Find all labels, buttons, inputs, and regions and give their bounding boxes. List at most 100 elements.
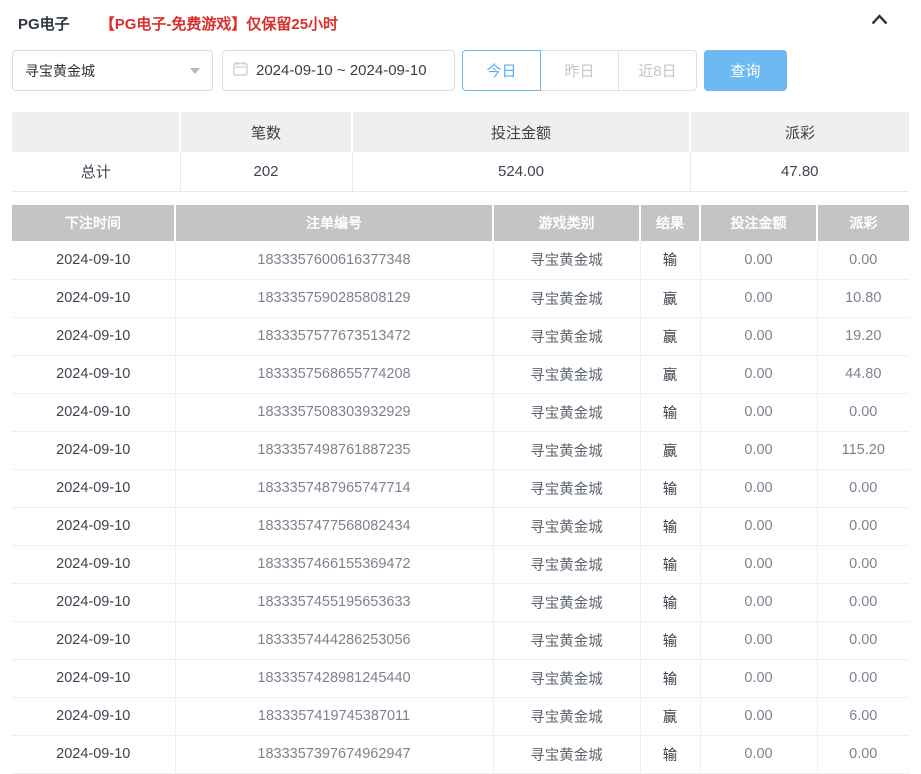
- panel-header: PG电子 【PG电子-免费游戏】仅保留25小时: [18, 10, 903, 36]
- result-cell: 输: [639, 659, 700, 698]
- bet-id-cell: 1833357466155369472: [174, 545, 493, 584]
- result-cell: 输: [639, 469, 700, 508]
- collapse-panel-button[interactable]: [867, 12, 891, 32]
- bet-time-cell: 2024-09-10: [12, 317, 175, 356]
- col-payout: 派彩: [816, 205, 909, 241]
- game-type-cell: 寻宝黄金城: [492, 697, 640, 736]
- summary-col-bet-amount: 投注金额: [351, 112, 690, 152]
- payout-cell: 0.00: [816, 507, 909, 546]
- bet-amount-cell: 0.00: [699, 735, 817, 774]
- table-row: 2024-09-10 1833357498761887235 寻宝黄金城赢 0.00 1…: [12, 431, 909, 470]
- bet-amount-cell: 0.00: [699, 659, 817, 698]
- summary-total-label: 总计: [12, 152, 180, 192]
- bet-time-cell: 2024-09-10: [12, 735, 175, 774]
- col-result: 结果: [639, 205, 700, 241]
- result-cell: 输: [639, 241, 700, 280]
- result-cell: 赢: [639, 355, 700, 394]
- summary-col-blank: [12, 112, 180, 152]
- payout-cell: 6.00: [816, 697, 909, 736]
- payout-cell: 0.00: [816, 393, 909, 432]
- bet-id-cell: 1833357455195653633: [174, 583, 493, 622]
- payout-cell: 19.20: [816, 317, 909, 356]
- game-type-cell: 寻宝黄金城: [492, 393, 640, 432]
- calendar-icon: [233, 61, 256, 80]
- game-type-cell: 寻宝黄金城: [492, 241, 640, 280]
- table-row: 2024-09-10 1833357466155369472 寻宝黄金城输 0.00 0…: [12, 545, 909, 584]
- table-row: 2024-09-10 1833357577673513472 寻宝黄金城赢 0.00 1…: [12, 317, 909, 356]
- table-row: 2024-09-10 1833357508303932929 寻宝黄金城输 0.00 0…: [12, 393, 909, 432]
- bet-id-cell: 1833357498761887235: [174, 431, 493, 470]
- notice-text: 【PG电子-免费游戏】仅保留25小时: [99, 15, 339, 33]
- game-type-cell: 寻宝黄金城: [492, 469, 640, 508]
- date-range-value: 2024-09-10 ~ 2024-09-10: [256, 62, 427, 79]
- bet-id-cell: 1833357487965747714: [174, 469, 493, 508]
- payout-cell: 115.20: [816, 431, 909, 470]
- game-type-cell: 寻宝黄金城: [492, 735, 640, 774]
- summary-total-payout: 47.80: [689, 152, 909, 192]
- quick-range-button-group: 今日 昨日 近8日: [462, 50, 697, 91]
- game-type-cell: 寻宝黄金城: [492, 279, 640, 318]
- summary-col-payout: 派彩: [689, 112, 909, 152]
- bet-id-cell: 1833357590285808129: [174, 279, 493, 318]
- table-row: 2024-09-10 1833357600616377348 寻宝黄金城输 0.00 0…: [12, 241, 909, 280]
- game-type-cell: 寻宝黄金城: [492, 621, 640, 660]
- bet-time-cell: 2024-09-10: [12, 583, 175, 622]
- table-row: 2024-09-10 1833357419745387011 寻宝黄金城赢 0.00 6…: [12, 697, 909, 736]
- payout-cell: 0.00: [816, 583, 909, 622]
- search-button[interactable]: 查询: [704, 50, 787, 91]
- bet-amount-cell: 0.00: [699, 469, 817, 508]
- result-cell: 输: [639, 393, 700, 432]
- table-row: 2024-09-10 1833357590285808129 寻宝黄金城赢 0.00 1…: [12, 279, 909, 318]
- col-bet-id: 注单编号: [174, 205, 493, 241]
- result-cell: 输: [639, 507, 700, 546]
- game-type-cell: 寻宝黄金城: [492, 431, 640, 470]
- bet-time-cell: 2024-09-10: [12, 241, 175, 280]
- bet-amount-cell: 0.00: [699, 507, 817, 546]
- payout-cell: 0.00: [816, 545, 909, 584]
- payout-cell: 0.00: [816, 659, 909, 698]
- result-cell: 输: [639, 545, 700, 584]
- summary-total-bet-amount: 524.00: [351, 152, 690, 192]
- result-cell: 输: [639, 735, 700, 774]
- summary-header-row: 笔数 投注金额 派彩: [12, 112, 909, 152]
- result-cell: 输: [639, 621, 700, 660]
- game-type-cell: 寻宝黄金城: [492, 545, 640, 584]
- filter-bar: 寻宝黄金城 2024-09-10 ~ 2024-09-10 今日 昨日 近8日 查询: [12, 50, 787, 91]
- bet-id-cell: 1833357397674962947: [174, 735, 493, 774]
- bet-amount-cell: 0.00: [699, 545, 817, 584]
- bet-amount-cell: 0.00: [699, 393, 817, 432]
- quick-range-button-2[interactable]: 近8日: [618, 50, 697, 91]
- summary-total-count: 202: [179, 152, 352, 192]
- bet-time-cell: 2024-09-10: [12, 393, 175, 432]
- game-select-value: 寻宝黄金城: [25, 62, 95, 79]
- payout-cell: 0.00: [816, 469, 909, 508]
- result-cell: 赢: [639, 279, 700, 318]
- table-row: 2024-09-10 1833357477568082434 寻宝黄金城输 0.00 0…: [12, 507, 909, 546]
- payout-cell: 0.00: [816, 241, 909, 280]
- bet-time-cell: 2024-09-10: [12, 697, 175, 736]
- records-panel: PG电子 【PG电子-免费游戏】仅保留25小时 寻宝黄金城 2024-09-10…: [0, 0, 921, 774]
- bet-amount-cell: 0.00: [699, 241, 817, 280]
- table-row: 2024-09-10 1833357444286253056 寻宝黄金城输 0.00 0…: [12, 621, 909, 660]
- bet-id-cell: 1833357508303932929: [174, 393, 493, 432]
- col-game-type: 游戏类别: [492, 205, 640, 241]
- page-title: PG电子: [18, 15, 70, 33]
- payout-cell: 44.80: [816, 355, 909, 394]
- bet-id-cell: 1833357568655774208: [174, 355, 493, 394]
- caret-down-icon: [190, 67, 200, 74]
- quick-range-button-0[interactable]: 今日: [462, 50, 541, 91]
- table-row: 2024-09-10 1833357487965747714 寻宝黄金城输 0.00 0…: [12, 469, 909, 508]
- bet-amount-cell: 0.00: [699, 431, 817, 470]
- game-select[interactable]: 寻宝黄金城: [12, 50, 213, 91]
- bet-time-cell: 2024-09-10: [12, 507, 175, 546]
- date-range-input[interactable]: 2024-09-10 ~ 2024-09-10: [222, 50, 455, 91]
- bet-id-cell: 1833357419745387011: [174, 697, 493, 736]
- table-row: 2024-09-10 1833357397674962947 寻宝黄金城输 0.00 0…: [12, 735, 909, 774]
- result-cell: 赢: [639, 317, 700, 356]
- payout-cell: 0.00: [816, 735, 909, 774]
- bet-time-cell: 2024-09-10: [12, 659, 175, 698]
- bet-id-cell: 1833357577673513472: [174, 317, 493, 356]
- table-row: 2024-09-10 1833357428981245440 寻宝黄金城输 0.00 0…: [12, 659, 909, 698]
- bet-amount-cell: 0.00: [699, 697, 817, 736]
- quick-range-button-1[interactable]: 昨日: [540, 50, 619, 91]
